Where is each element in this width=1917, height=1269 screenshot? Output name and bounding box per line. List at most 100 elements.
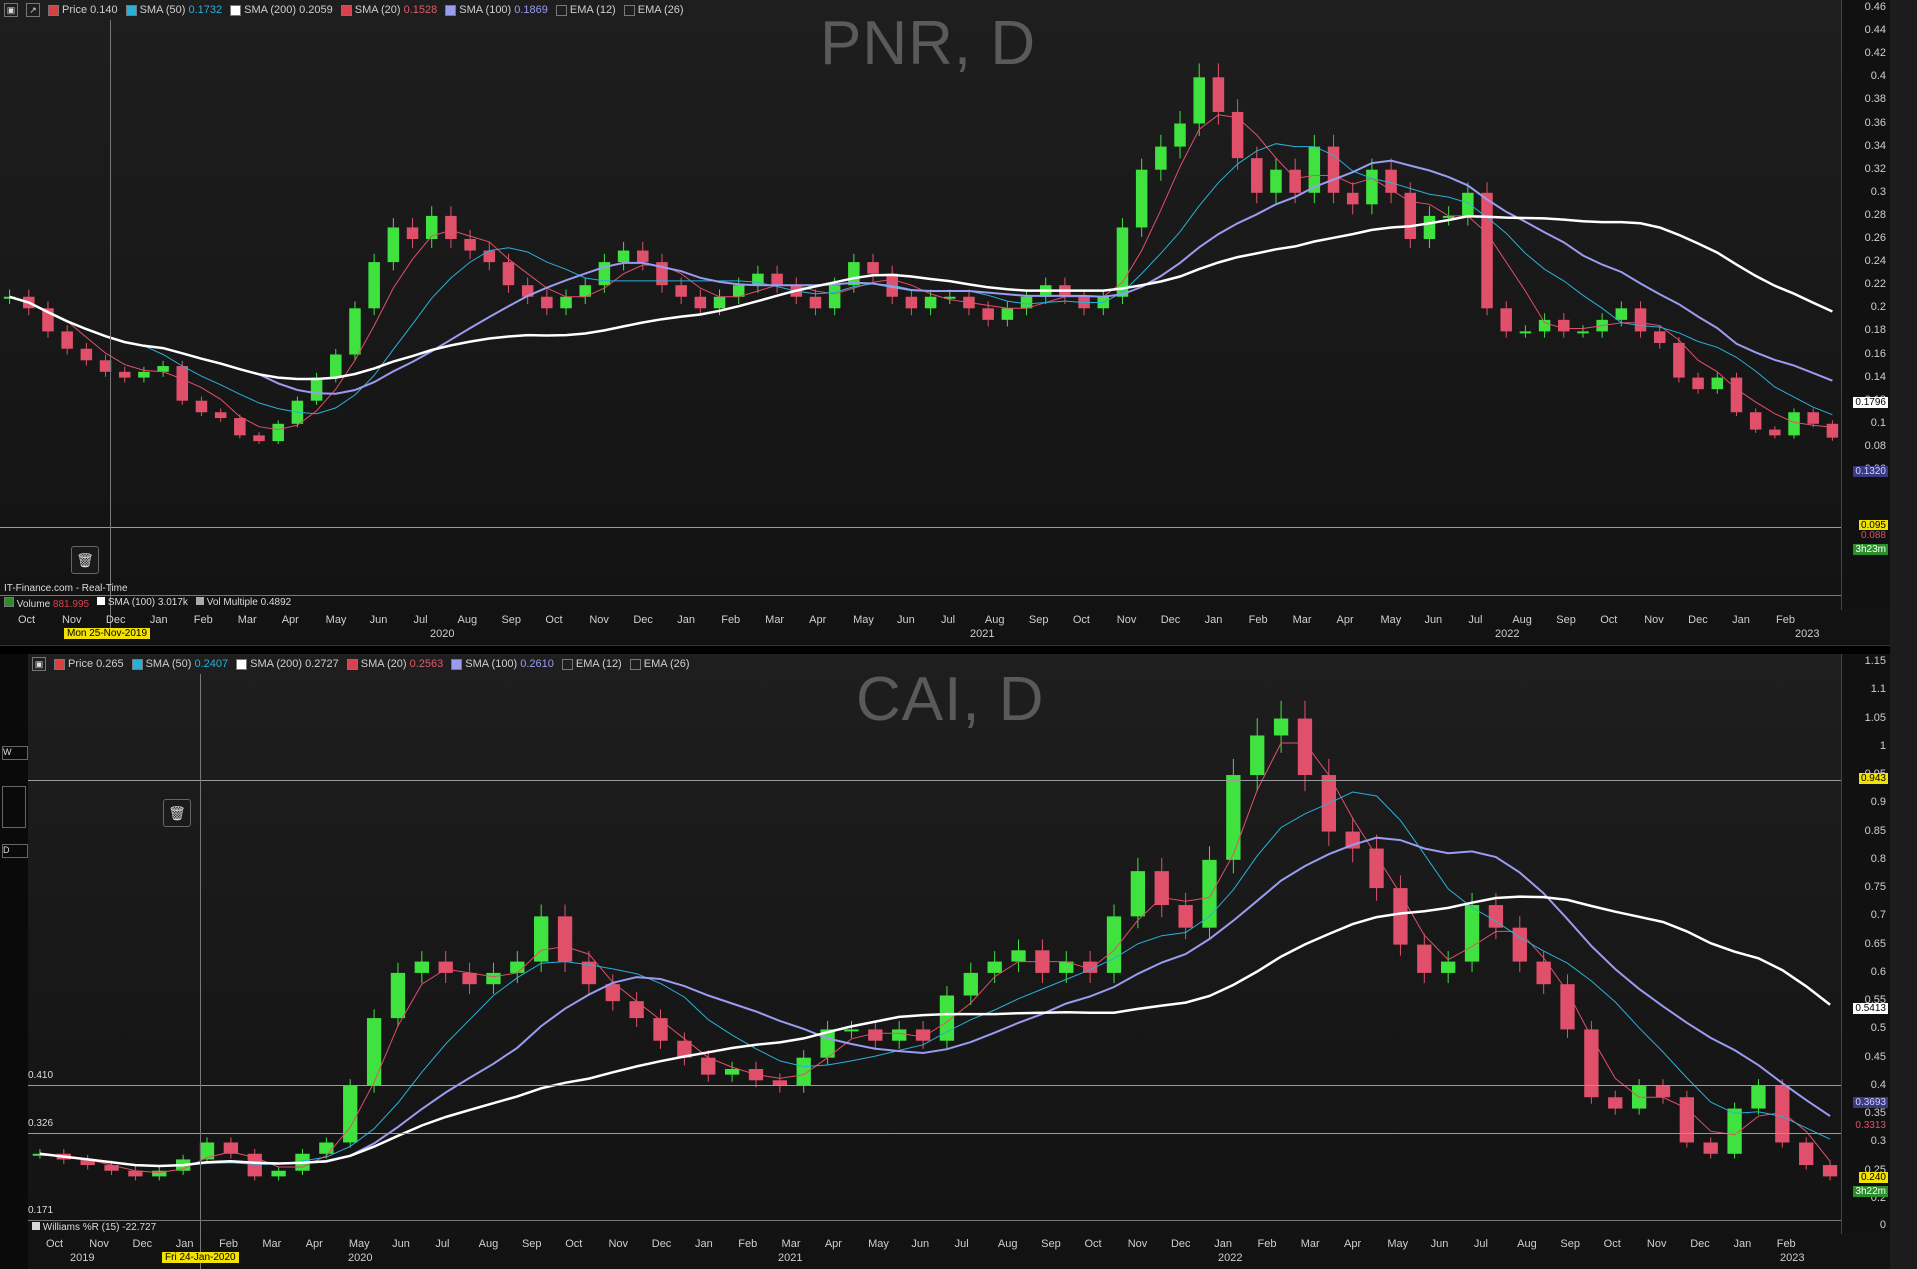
cai-price-axis[interactable]: 1.151.11.0510.950.90.850.80.750.70.650.6…	[1841, 654, 1890, 1234]
year-tick-label: 2020	[348, 1252, 373, 1264]
year-tick-label: 2019	[70, 1252, 95, 1264]
price-candle	[253, 432, 265, 445]
price-candle	[128, 1166, 143, 1181]
volume-separator	[0, 595, 1842, 596]
price-candle	[1135, 158, 1148, 237]
cai-time-axis[interactable]: Oct Nov Dec Jan Feb Mar Apr May Jun Jul Aug Sep Oct N…	[28, 1236, 1842, 1269]
time-tick-label: Mar	[237, 614, 257, 626]
price-candle	[1345, 817, 1360, 863]
side-tab-w[interactable]: W	[2, 746, 28, 760]
price-candle	[905, 289, 918, 316]
price-candle	[462, 962, 477, 995]
volume-legend-item[interactable]: SMA (100) 3.017k	[97, 597, 188, 610]
time-tick-label: Sep	[501, 614, 522, 626]
price-candle	[617, 241, 630, 271]
price-candle	[1321, 758, 1336, 846]
side-thumbnail-icon[interactable]	[2, 786, 26, 828]
price-candle	[677, 1032, 692, 1066]
trash-icon[interactable]: 🗑	[163, 799, 191, 827]
price-tick-label: 1.15	[1864, 655, 1886, 667]
sma50-line[interactable]	[9, 143, 1833, 416]
price-tick-label: 0.18	[1864, 324, 1886, 337]
williams-legend[interactable]: Williams %R (15) -22.727	[32, 1222, 156, 1233]
time-tick-label: Apr	[809, 614, 827, 626]
cai-chart-panel[interactable]: ▣ Price 0.265 SMA (50) 0.2407 SMA (200) …	[28, 654, 1890, 1269]
year-tick-label: 2021	[778, 1252, 803, 1264]
price-candle	[1202, 846, 1217, 940]
crosshair-date-label: Fri 24-Jan-2020	[162, 1252, 239, 1263]
price-tick-label: 0.35	[1864, 1107, 1886, 1120]
price-candle	[867, 253, 879, 282]
time-tick-label: Mar	[262, 1238, 282, 1250]
time-tick-label: Jan	[149, 614, 168, 626]
crosshair-vertical	[200, 674, 201, 1269]
time-tick-label: Oct	[1072, 614, 1090, 626]
sma200-line[interactable]	[39, 895, 1831, 1168]
price-candle	[963, 962, 978, 1006]
price-tick-label: 0.16	[1864, 347, 1886, 360]
price-candle	[1441, 951, 1456, 984]
time-tick-label: Feb	[193, 614, 213, 626]
time-tick-label: May	[1387, 1238, 1409, 1250]
sma50-line[interactable]	[39, 791, 1831, 1167]
pnr-plot-area[interactable]	[0, 0, 1842, 595]
volume-swatch-icon	[4, 597, 14, 607]
price-candle	[1327, 134, 1340, 204]
price-candle	[368, 253, 380, 316]
price-candle	[1822, 1160, 1838, 1181]
level-line-upper[interactable]	[28, 780, 1842, 781]
price-candle	[1749, 408, 1762, 433]
vol-sma-swatch-icon	[97, 597, 106, 605]
level-line-0410[interactable]	[28, 1085, 1842, 1086]
price-tick-label: 0.3	[1870, 185, 1886, 198]
time-tick-label: Oct	[46, 1238, 64, 1250]
price-candle	[271, 1166, 286, 1181]
price-tick-label: 0.22	[1864, 278, 1886, 291]
pnr-chart-panel[interactable]: ▣ ↗ Price 0.140 SMA (50) 0.1732 SMA (200…	[0, 0, 1890, 646]
year-tick-label: 2022	[1218, 1252, 1243, 1264]
side-tab-d[interactable]: D	[2, 844, 28, 858]
price-candle	[579, 277, 591, 305]
price-candle	[1608, 1090, 1623, 1115]
time-tick-label: Jan	[1732, 614, 1750, 626]
trash-icon[interactable]: 🗑	[71, 546, 99, 574]
price-candle	[152, 1166, 167, 1181]
time-tick-label: Oct	[1084, 1238, 1102, 1250]
legend-value: 0.4892	[260, 597, 292, 608]
time-tick-label: Nov	[89, 1238, 109, 1250]
level-line-0326[interactable]	[28, 1133, 1842, 1134]
time-tick-label: Apr	[1344, 1238, 1362, 1250]
time-tick-label: Mar	[1292, 614, 1312, 626]
sma20-line[interactable]	[39, 742, 1831, 1174]
price-candle	[1059, 951, 1074, 984]
cai-plot-area[interactable]	[28, 654, 1842, 1222]
price-tick-label: 0.6	[1870, 965, 1886, 978]
vol-multiple-swatch-icon	[195, 597, 204, 605]
time-tick-label: Dec	[132, 1238, 153, 1250]
pnr-time-axis[interactable]: Oct Nov Dec Jan Feb Mar Apr May Jun Jul Aug Sep Oct N…	[0, 612, 1842, 645]
candle-timer-tag: 3h23m	[1853, 544, 1888, 555]
price-candle	[1001, 301, 1014, 327]
price-level-line[interactable]	[0, 527, 1842, 528]
price-candle	[406, 218, 419, 249]
price-tick-label: 0.46	[1864, 1, 1886, 13]
volume-legend: Volume 881.995 SMA (100) 3.017k Vol Mult…	[4, 597, 291, 610]
time-tick-label: Sep	[1556, 614, 1576, 626]
price-tick-label: 0.28	[1864, 208, 1886, 221]
side-panel-strip[interactable]: W D	[0, 654, 28, 1269]
sma20-line[interactable]	[9, 114, 1833, 431]
price-candle	[157, 360, 169, 377]
pnr-price-axis[interactable]: 0.46 0.44 0.42 0.4 0.38 0.36 0.34 0.32 0.3 0.28 0.…	[1841, 0, 1890, 610]
time-tick-label: Jan	[677, 614, 696, 626]
time-tick-label: Jul	[435, 1238, 450, 1250]
volume-legend-item[interactable]: Vol Multiple 0.4892	[195, 597, 292, 610]
price-candle	[1584, 1020, 1599, 1104]
window-scrollbar[interactable]	[1890, 0, 1917, 1269]
volume-legend-item[interactable]: Volume 881.995	[4, 597, 89, 610]
year-tick-label: 2022	[1495, 628, 1520, 640]
price-candle	[771, 265, 783, 293]
price-candle	[1769, 426, 1781, 439]
price-candle	[541, 289, 553, 316]
time-tick-label: Aug	[997, 1238, 1018, 1250]
legend-label: SMA (100)	[107, 597, 156, 608]
